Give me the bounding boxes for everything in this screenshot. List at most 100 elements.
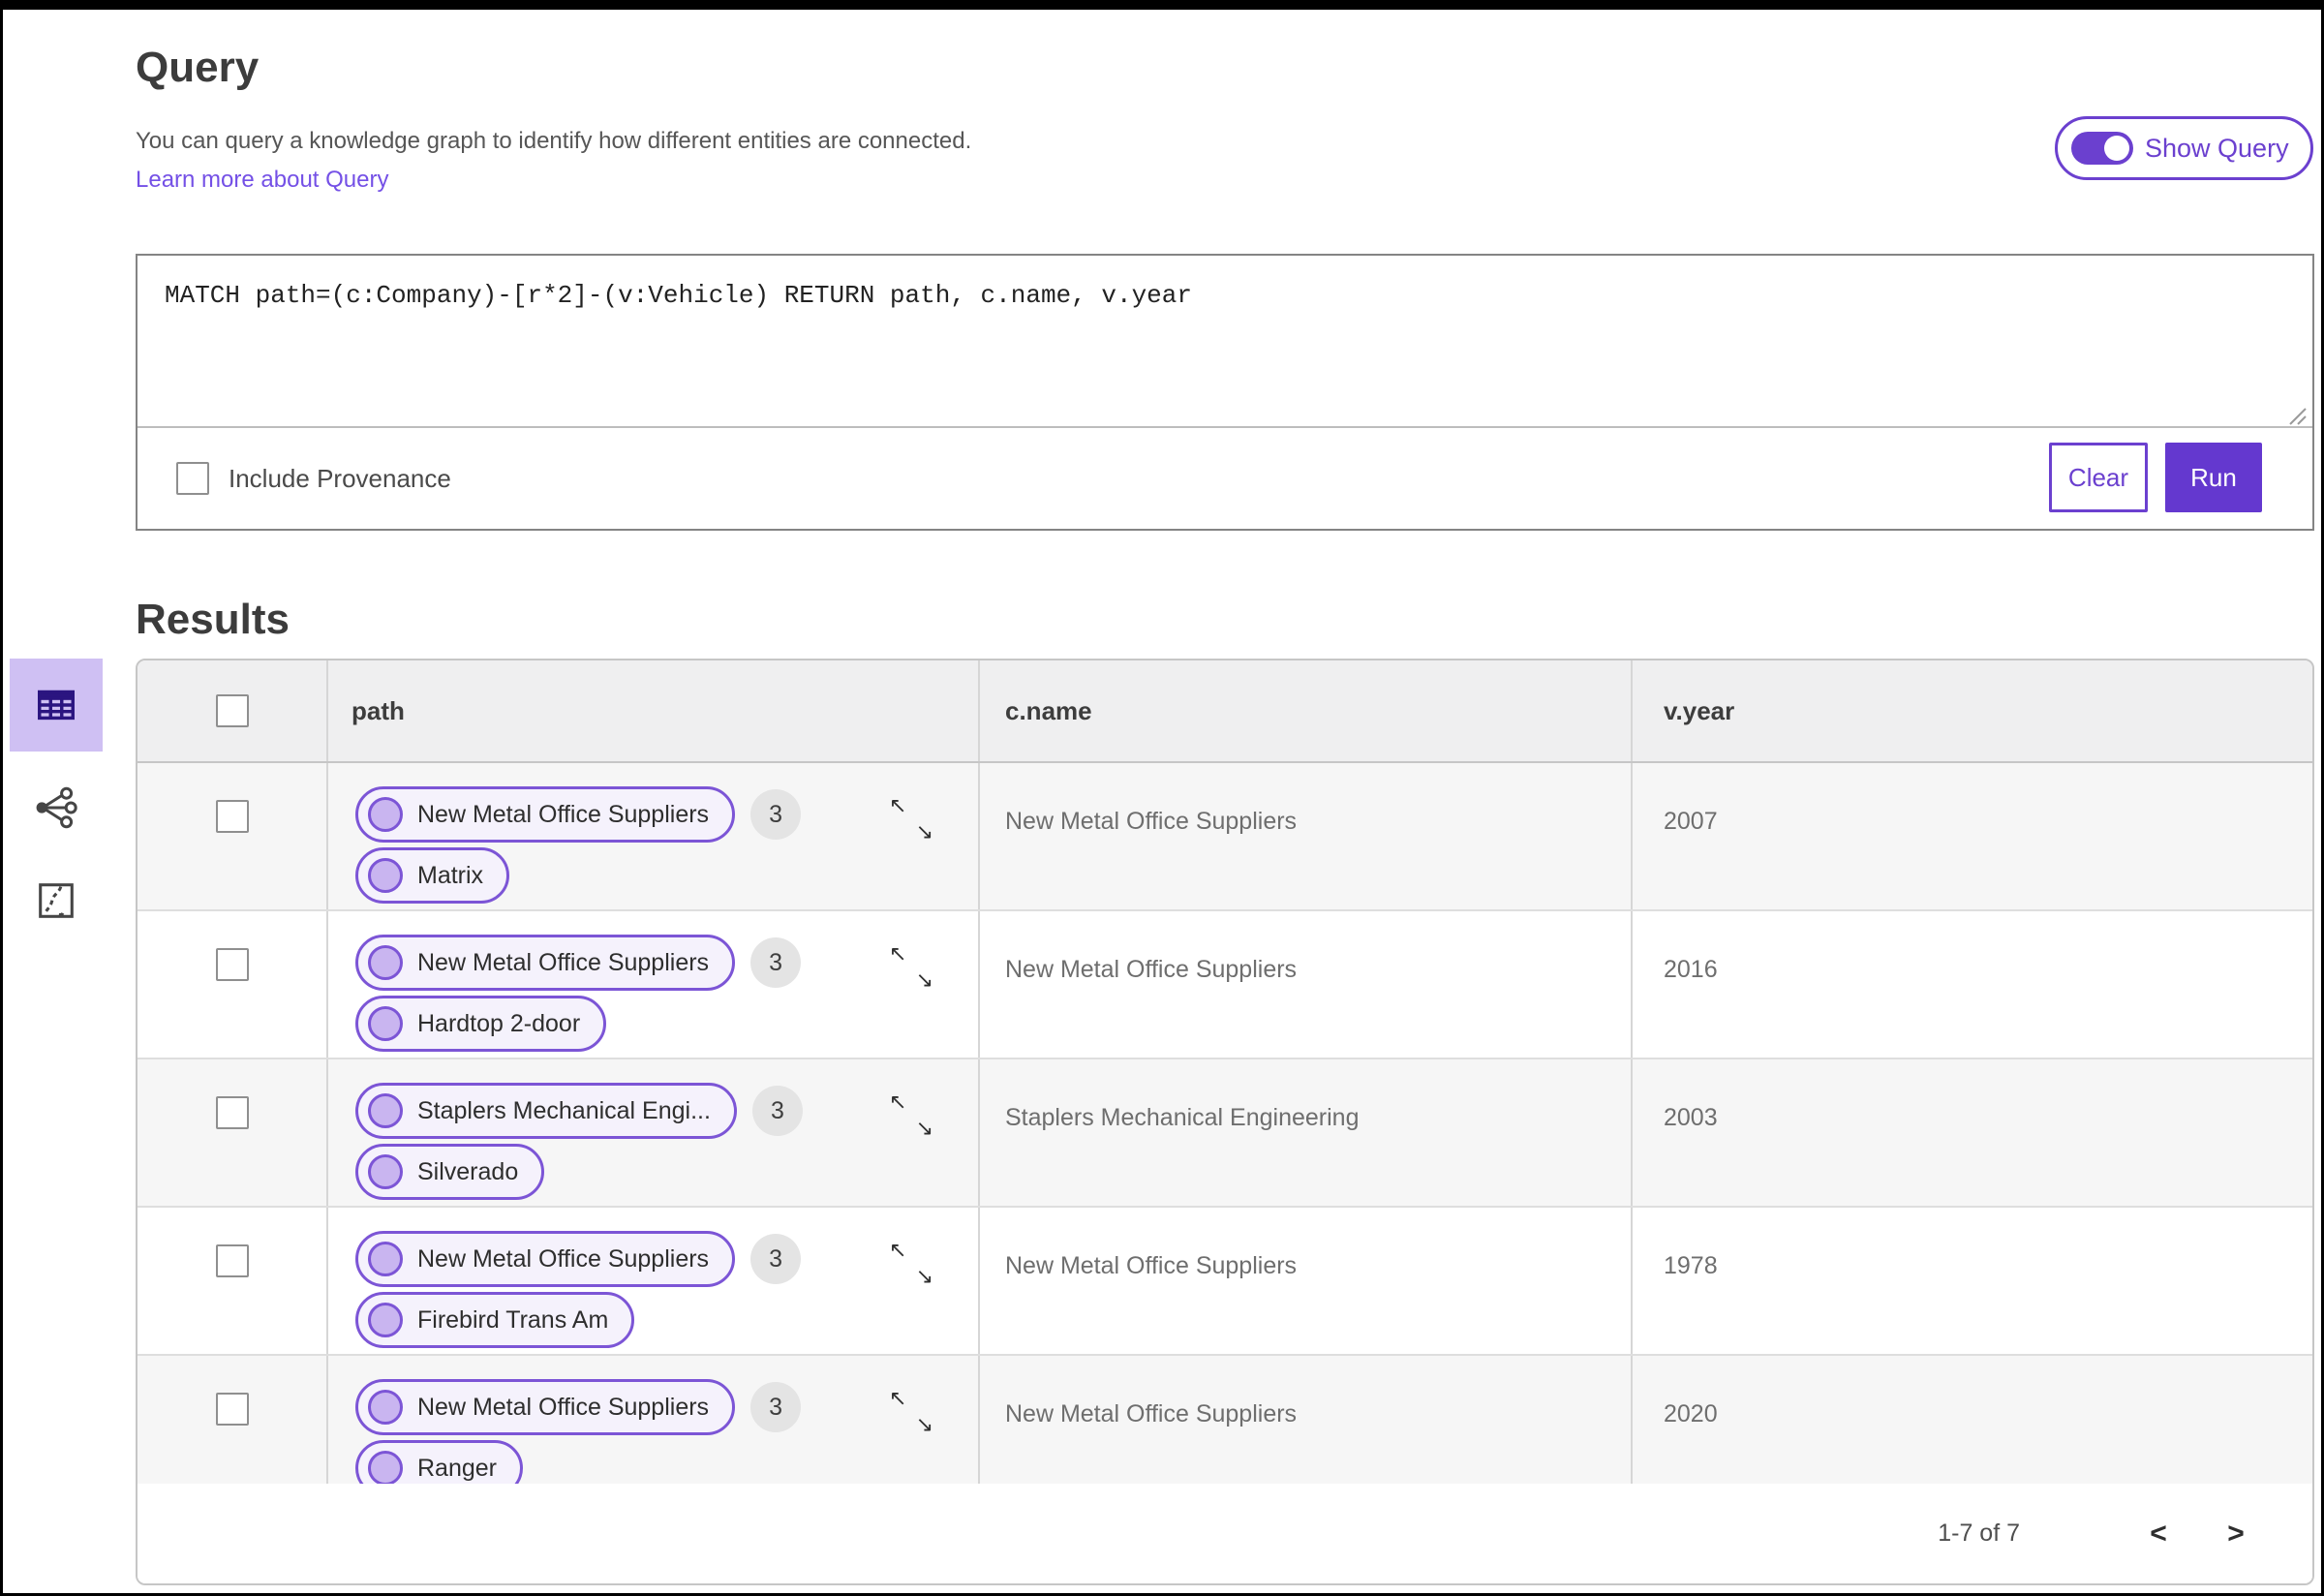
- node-icon: [368, 1303, 403, 1337]
- pagination-label: 1-7 of 7: [1938, 1519, 2020, 1547]
- map-view-icon: [39, 883, 74, 918]
- include-provenance-label: Include Provenance: [229, 463, 451, 493]
- vyear-cell: 2016: [1664, 956, 1718, 983]
- path-node-label: New Metal Office Suppliers: [417, 1244, 710, 1273]
- expand-path-icon[interactable]: ↖ ↘: [889, 1387, 933, 1437]
- node-icon: [368, 1451, 403, 1484]
- path-node-label: Staplers Mechanical Engi...: [417, 1096, 711, 1124]
- path-cell: New Metal Office Suppliers 3 Matrix ↖ ↘: [328, 763, 980, 909]
- expand-path-icon[interactable]: ↖ ↘: [889, 794, 933, 844]
- path-node-label: Silverado: [417, 1157, 519, 1185]
- node-icon: [368, 1242, 403, 1276]
- path-node-label: Firebird Trans Am: [417, 1305, 609, 1334]
- expand-path-icon[interactable]: ↖ ↘: [889, 1239, 933, 1289]
- column-header-cname[interactable]: c.name: [980, 660, 1633, 761]
- path-cell: New Metal Office Suppliers 3 Hardtop 2-d…: [328, 911, 980, 1058]
- table-body: New Metal Office Suppliers 3 Matrix ↖ ↘ …: [138, 763, 2312, 1484]
- path-cell: New Metal Office Suppliers 3 Firebird Tr…: [328, 1208, 980, 1354]
- path-node-pill[interactable]: Ranger: [355, 1440, 523, 1484]
- arrow-down-right-icon: ↘: [915, 1413, 933, 1437]
- row-checkbox[interactable]: [215, 1244, 249, 1277]
- chevron-right-icon: >: [2227, 1517, 2245, 1550]
- arrow-up-left-icon: ↖: [889, 1387, 907, 1411]
- row-checkbox[interactable]: [215, 948, 249, 981]
- path-node-pill[interactable]: Matrix: [355, 847, 510, 904]
- arrow-up-left-icon: ↖: [889, 1090, 907, 1115]
- cname-cell: New Metal Office Suppliers: [980, 1356, 1633, 1484]
- path-node-label: New Metal Office Suppliers: [417, 800, 710, 828]
- include-provenance-checkbox[interactable]: [176, 462, 209, 495]
- graph-view-icon: [36, 786, 77, 829]
- map-view-button[interactable]: [10, 864, 103, 937]
- path-node-pill[interactable]: New Metal Office Suppliers: [355, 786, 736, 843]
- node-icon: [368, 858, 403, 893]
- query-description: You can query a knowledge graph to ident…: [136, 128, 972, 154]
- vyear-cell: 1978: [1664, 1252, 1718, 1279]
- path-node-pill[interactable]: New Metal Office Suppliers: [355, 1231, 736, 1287]
- results-table: path c.name v.year New Metal Office Supp…: [136, 659, 2314, 1585]
- show-query-label: Show Query: [2145, 133, 2289, 163]
- path-node-pill[interactable]: New Metal Office Suppliers: [355, 935, 736, 991]
- select-all-checkbox[interactable]: [215, 694, 249, 727]
- arrow-down-right-icon: ↘: [915, 820, 933, 844]
- path-count-badge: 3: [750, 789, 802, 840]
- run-button[interactable]: Run: [2165, 443, 2262, 512]
- column-header-path[interactable]: path: [328, 660, 980, 761]
- path-node-pill[interactable]: Staplers Mechanical Engi...: [355, 1083, 737, 1139]
- expand-path-icon[interactable]: ↖ ↘: [889, 1090, 933, 1141]
- node-icon: [368, 1390, 403, 1425]
- node-icon: [368, 1093, 403, 1128]
- query-page: Query You can query a knowledge graph to…: [0, 0, 2324, 1596]
- path-node-pill[interactable]: Silverado: [355, 1144, 545, 1200]
- table-view-button[interactable]: [10, 659, 103, 752]
- learn-more-link[interactable]: Learn more about Query: [136, 167, 388, 194]
- chevron-left-icon: <: [2150, 1517, 2167, 1550]
- path-node-pill[interactable]: New Metal Office Suppliers: [355, 1379, 736, 1435]
- toggle-on-icon: [2071, 132, 2133, 165]
- clear-button[interactable]: Clear: [2049, 443, 2148, 512]
- path-node-pill[interactable]: Firebird Trans Am: [355, 1292, 635, 1348]
- arrow-down-right-icon: ↘: [915, 968, 933, 993]
- path-node-label: Ranger: [417, 1454, 497, 1482]
- pagination-bar: 1-7 of 7 < >: [138, 1484, 2312, 1583]
- query-input[interactable]: MATCH path=(c:Company)-[r*2]-(v:Vehicle)…: [138, 256, 2312, 426]
- results-title: Results: [136, 595, 290, 643]
- node-icon: [368, 797, 403, 832]
- cname-cell: New Metal Office Suppliers: [980, 1208, 1633, 1354]
- path-count-badge: 3: [750, 1234, 802, 1284]
- query-editor-footer: Include Provenance Clear Run: [138, 426, 2312, 529]
- cname-cell: New Metal Office Suppliers: [980, 911, 1633, 1058]
- window-top-border: [0, 0, 2324, 10]
- pagination-prev-button[interactable]: <: [2136, 1517, 2181, 1551]
- arrow-down-right-icon: ↘: [915, 1265, 933, 1289]
- page-title: Query: [136, 44, 260, 92]
- column-header-vyear[interactable]: v.year: [1633, 660, 2312, 761]
- expand-path-icon[interactable]: ↖ ↘: [889, 942, 933, 993]
- cname-cell: New Metal Office Suppliers: [980, 763, 1633, 909]
- path-count-badge: 3: [751, 1086, 803, 1136]
- node-icon: [368, 1006, 403, 1041]
- row-checkbox[interactable]: [215, 800, 249, 833]
- path-node-label: Matrix: [417, 861, 484, 889]
- path-count-badge: 3: [750, 1382, 802, 1432]
- vyear-cell: 2003: [1664, 1104, 1718, 1131]
- path-node-label: New Metal Office Suppliers: [417, 948, 710, 976]
- graph-view-button[interactable]: [10, 771, 103, 844]
- vyear-cell: 2020: [1664, 1400, 1718, 1427]
- path-cell: New Metal Office Suppliers 3 Ranger ↖ ↘: [328, 1356, 980, 1484]
- pagination-next-button[interactable]: >: [2214, 1517, 2258, 1551]
- path-count-badge: 3: [750, 937, 802, 988]
- table-view-icon: [38, 690, 75, 721]
- cname-cell: Staplers Mechanical Engineering: [980, 1059, 1633, 1206]
- path-node-label: Hardtop 2-door: [417, 1009, 581, 1037]
- table-row: New Metal Office Suppliers 3 Hardtop 2-d…: [138, 911, 2312, 1059]
- path-node-label: New Metal Office Suppliers: [417, 1393, 710, 1421]
- show-query-toggle[interactable]: Show Query: [2055, 116, 2313, 180]
- vyear-cell: 2007: [1664, 808, 1718, 835]
- resize-handle-icon[interactable]: [2284, 403, 2308, 426]
- arrow-up-left-icon: ↖: [889, 794, 907, 818]
- path-node-pill[interactable]: Hardtop 2-door: [355, 996, 607, 1052]
- row-checkbox[interactable]: [215, 1096, 249, 1129]
- row-checkbox[interactable]: [215, 1393, 249, 1426]
- table-row: Staplers Mechanical Engi... 3 Silverado …: [138, 1059, 2312, 1208]
